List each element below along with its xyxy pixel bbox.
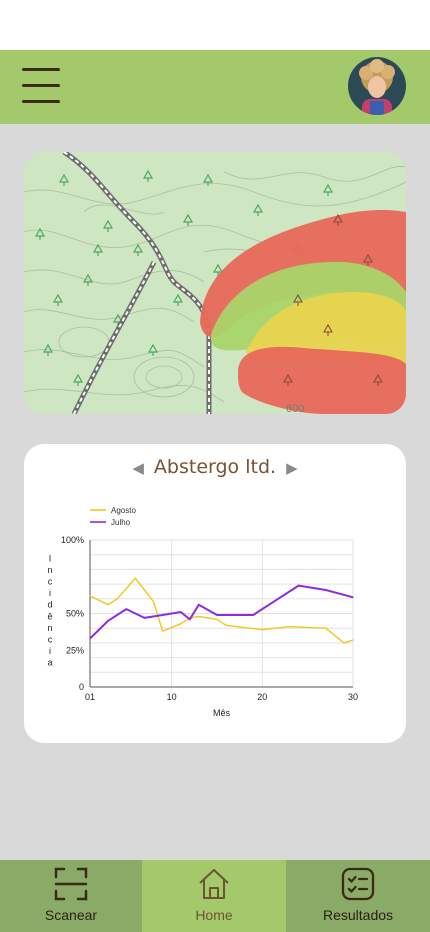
legend-label: Julho (111, 518, 131, 527)
y-axis-label: Incidência (47, 553, 52, 667)
data-point-julho (252, 614, 254, 616)
x-tick-label: 10 (167, 692, 177, 702)
hamburger-menu-icon[interactable] (22, 68, 62, 104)
series-line-julho (89, 584, 354, 640)
legend-label: Agosto (111, 506, 136, 515)
x-axis-label: Mês (213, 708, 231, 718)
nav-results-label: Resultados (322, 907, 394, 923)
incidence-map[interactable]: 600 (24, 152, 406, 414)
data-point-agosto (161, 630, 164, 632)
y-tick-label: 25% (66, 645, 84, 655)
nav-home-tab[interactable]: Home (142, 860, 286, 932)
bottom-navigation: Scanear Home Resultados (0, 860, 430, 932)
data-point-julho (143, 617, 146, 619)
data-point-agosto (116, 598, 118, 600)
data-point-julho (297, 584, 300, 587)
triangle-left-icon[interactable]: ◀ (128, 459, 148, 477)
nav-scan-label: Scanear (44, 907, 98, 923)
data-point-julho (325, 589, 327, 591)
scan-icon (54, 867, 88, 901)
data-point-julho (125, 608, 127, 610)
nav-scan-tab[interactable]: Scanear (0, 860, 142, 932)
y-tick-label: 100% (61, 535, 84, 545)
user-avatar[interactable] (348, 57, 406, 115)
nav-home-label: Home (195, 907, 233, 923)
data-point-julho (352, 596, 354, 598)
data-point-julho (180, 611, 182, 613)
y-tick-label: 0 (79, 682, 84, 692)
data-point-agosto (225, 624, 227, 626)
data-point-agosto (89, 595, 91, 597)
data-point-julho (234, 614, 236, 616)
map-elevation-label: 600 (286, 403, 304, 414)
data-point-agosto (134, 577, 136, 579)
data-point-julho (198, 604, 200, 606)
data-point-julho (216, 614, 218, 616)
data-point-julho (89, 637, 91, 640)
data-point-agosto (152, 601, 155, 603)
x-tick-label: 01 (85, 692, 95, 702)
home-icon (199, 869, 229, 899)
nav-results-tab[interactable]: Resultados (286, 860, 430, 932)
checklist-icon (341, 867, 375, 901)
status-bar-area (0, 0, 430, 50)
data-point-agosto (343, 642, 345, 644)
data-point-agosto (352, 639, 354, 641)
data-point-julho (107, 620, 109, 622)
incidence-chart-card: ◀ Abstergo ltd. ▶ 01 10 20 30 0 25% 50% 100% Mês… (24, 444, 406, 743)
data-point-agosto (288, 626, 291, 628)
data-point-agosto (180, 623, 182, 625)
line-chart: 01 10 20 30 0 25% 50% 100% Mês I n c i d ê n c i a Agosto Ju… (47, 506, 358, 718)
company-selector: ◀ Abstergo ltd. ▶ (24, 456, 406, 478)
triangle-right-icon[interactable]: ▶ (282, 459, 302, 477)
data-point-agosto (198, 615, 200, 618)
data-point-agosto (325, 627, 327, 629)
data-point-agosto (216, 618, 218, 620)
data-point-julho (161, 614, 164, 616)
data-point-julho (189, 618, 191, 620)
data-point-agosto (107, 604, 109, 606)
x-tick-label: 30 (348, 692, 358, 702)
x-tick-label: 20 (257, 692, 267, 702)
data-point-julho (270, 602, 272, 604)
data-point-agosto (261, 629, 263, 631)
company-name: Abstergo ltd. (153, 456, 277, 478)
y-tick-label: 50% (66, 609, 84, 619)
